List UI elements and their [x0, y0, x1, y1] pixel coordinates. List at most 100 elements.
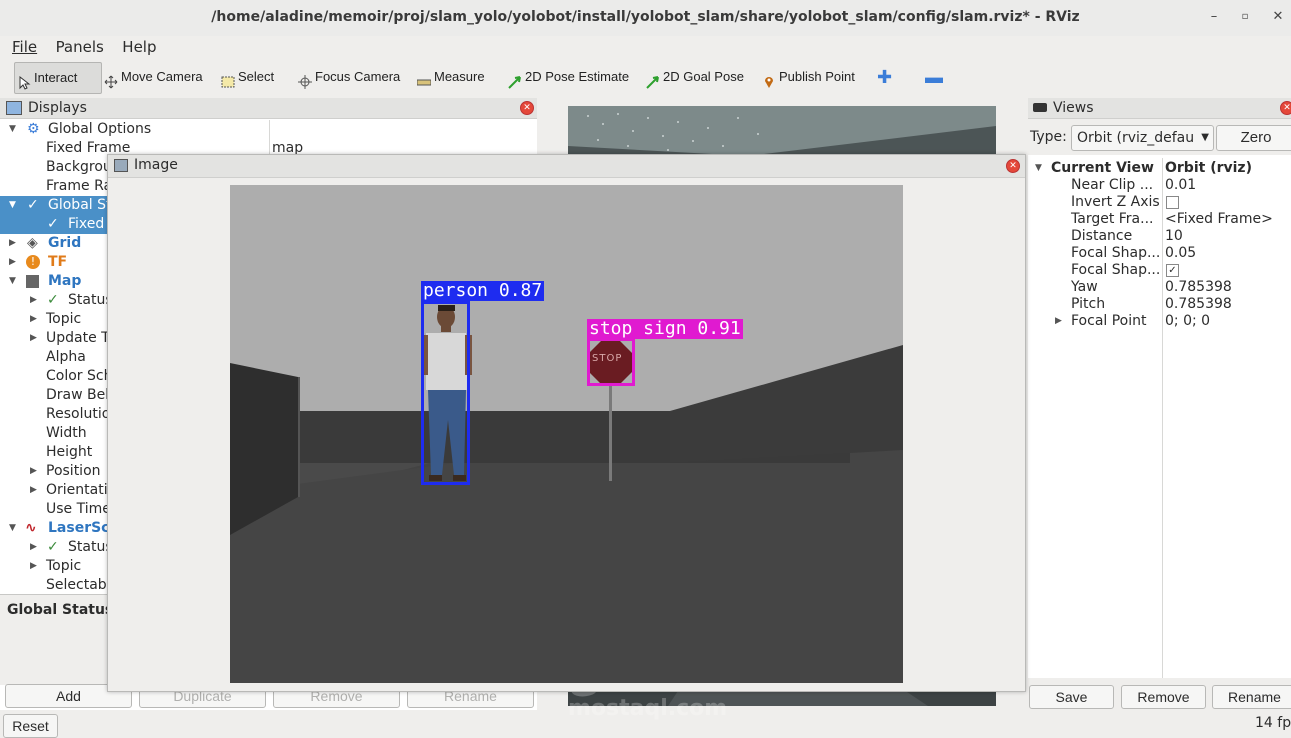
view-property-row[interactable]: Target Fra... <Fixed Frame> [1028, 211, 1291, 228]
expand-arrow-icon[interactable]: ▶ [30, 291, 37, 310]
view-property-checkbox[interactable] [1166, 196, 1179, 209]
map-child-label: Use Time [46, 501, 111, 517]
watermark-latin: mostaql.com [568, 696, 728, 721]
map-child-label: Resolutio [46, 406, 111, 422]
view-property-value[interactable]: 0.785398 [1165, 296, 1232, 313]
close-views-icon[interactable]: ✕ [1280, 101, 1291, 115]
pose-estimate-button[interactable]: 2D Pose Estimate [508, 62, 629, 92]
view-property-name: Target Fra... [1071, 211, 1154, 227]
image-icon [114, 159, 128, 172]
maximize-icon[interactable]: ▫ [1238, 10, 1252, 24]
view-property-row[interactable]: Focal Shap... ✓ [1028, 262, 1291, 279]
tree-row-global-options[interactable]: ▼ ⚙ Global Options [0, 120, 537, 139]
view-property-name: Distance [1071, 228, 1133, 244]
add-tool-icon[interactable]: ✚ [877, 62, 892, 92]
expand-arrow-icon[interactable]: ▶ [30, 538, 37, 557]
view-property-row[interactable]: Pitch 0.785398 [1028, 296, 1291, 313]
view-property-row[interactable]: Focal Shap... 0.05 [1028, 245, 1291, 262]
view-property-checkbox[interactable]: ✓ [1166, 264, 1179, 277]
view-property-name: Focal Point [1071, 313, 1147, 329]
select-button[interactable]: Select [221, 62, 274, 92]
view-property-name: Near Clip ... [1071, 177, 1154, 193]
menu-file[interactable]: File [12, 36, 37, 58]
reset-button[interactable]: Reset [3, 714, 58, 738]
camera-icon [1033, 103, 1047, 112]
views-panel: Views ✕ Type: Orbit (rviz_defau ▼ Zero ▼… [1028, 98, 1291, 678]
green-arrow-icon [508, 70, 522, 89]
close-displays-icon[interactable]: ✕ [520, 101, 534, 115]
view-property-row[interactable]: Near Clip ... 0.01 [1028, 177, 1291, 194]
rename-view-button[interactable]: Rename [1212, 685, 1291, 709]
menu-bar: File Panels Help [0, 36, 1291, 58]
expand-arrow-icon[interactable]: ▶ [30, 310, 37, 329]
remove-view-button[interactable]: Remove [1121, 685, 1206, 709]
views-header: Views ✕ [1028, 98, 1291, 119]
close-window-icon[interactable]: ✕ [1271, 10, 1285, 24]
expand-arrow-icon[interactable]: ▶ [30, 329, 37, 348]
expand-arrow-icon[interactable]: ▶ [30, 481, 37, 500]
map-child-label: Draw Beh [46, 387, 115, 403]
view-property-value[interactable]: 10 [1165, 228, 1183, 245]
interact-button[interactable]: Interact [14, 62, 102, 94]
focus-camera-button[interactable]: Focus Camera [298, 62, 400, 92]
goal-pose-label: 2D Goal Pose [663, 69, 744, 84]
map-child-label: Color Sch [46, 368, 113, 384]
warning-icon: ! [26, 255, 40, 269]
map-icon [26, 275, 39, 288]
view-property-value[interactable]: <Fixed Frame> [1165, 211, 1273, 228]
crosshair-icon [298, 70, 312, 89]
views-title: Views [1053, 100, 1094, 116]
select-icon [221, 70, 235, 88]
publish-point-label: Publish Point [779, 69, 855, 84]
person-bbox [421, 301, 470, 485]
person-detection-label: person 0.87 [421, 280, 545, 301]
toolbar: Interact Move Camera Select Focus Camera… [0, 58, 1291, 96]
window-titlebar: /home/aladine/memoir/proj/slam_yolo/yolo… [0, 0, 1291, 37]
remove-tool-icon[interactable]: ▬ [925, 62, 943, 92]
laser-child-label: Topic [46, 558, 82, 574]
image-window[interactable]: Image ✕ STOP person 0.87 stop sign 0.91 [107, 154, 1026, 692]
stop-sign-bbox [587, 338, 635, 386]
view-property-value[interactable]: 0.01 [1165, 177, 1196, 194]
current-view-row[interactable]: ▼ Current View Orbit (rviz) [1028, 160, 1291, 177]
close-image-icon[interactable]: ✕ [1006, 159, 1020, 173]
move-camera-button[interactable]: Move Camera [104, 62, 203, 92]
expand-arrow-icon[interactable]: ▶ [30, 462, 37, 481]
view-property-value[interactable]: 0; 0; 0 [1165, 313, 1210, 330]
view-type-value: Orbit (rviz_defau [1077, 130, 1195, 146]
map-pin-icon [762, 70, 776, 88]
laser-child-label: Selectabl [46, 577, 111, 593]
view-property-row[interactable]: ▶ Focal Point 0; 0; 0 [1028, 313, 1291, 330]
global-status-label: Global St [48, 197, 112, 213]
view-type-select[interactable]: Orbit (rviz_defau ▼ [1071, 125, 1214, 151]
view-property-row[interactable]: Distance 10 [1028, 228, 1291, 245]
minimize-icon[interactable]: – [1207, 10, 1221, 24]
map-child-label: Height [46, 444, 93, 460]
goal-pose-button[interactable]: 2D Goal Pose [646, 62, 744, 92]
expand-arrow-icon[interactable]: ▶ [1055, 313, 1062, 330]
camera-image: STOP person 0.87 stop sign 0.91 [230, 185, 903, 683]
menu-help[interactable]: Help [122, 36, 156, 58]
view-property-row[interactable]: Invert Z Axis [1028, 194, 1291, 211]
expand-arrow-icon[interactable]: ▶ [30, 557, 37, 576]
publish-point-button[interactable]: Publish Point [762, 62, 855, 92]
check-icon: ✓ [27, 197, 39, 213]
view-property-row[interactable]: Yaw 0.785398 [1028, 279, 1291, 296]
background-label: Backgrou [46, 159, 112, 175]
global-status-footer: Global Status: [7, 602, 119, 618]
view-property-value[interactable]: 0.05 [1165, 245, 1196, 262]
image-window-header[interactable]: Image ✕ [108, 155, 1025, 178]
window-title: /home/aladine/memoir/proj/slam_yolo/yolo… [211, 9, 1080, 25]
focus-camera-label: Focus Camera [315, 69, 401, 84]
zero-button[interactable]: Zero [1216, 125, 1291, 151]
check-icon: ✓ [47, 292, 59, 308]
view-property-value[interactable]: 0.785398 [1165, 279, 1232, 296]
current-view-label: Current View [1051, 160, 1154, 176]
displays-title: Displays [28, 100, 87, 116]
view-property-name: Pitch [1071, 296, 1106, 312]
measure-button[interactable]: Measure [416, 62, 485, 92]
displays-header: Displays ✕ [0, 98, 537, 119]
ruler-icon [416, 70, 432, 86]
menu-panels[interactable]: Panels [56, 36, 104, 58]
save-view-button[interactable]: Save [1029, 685, 1114, 709]
